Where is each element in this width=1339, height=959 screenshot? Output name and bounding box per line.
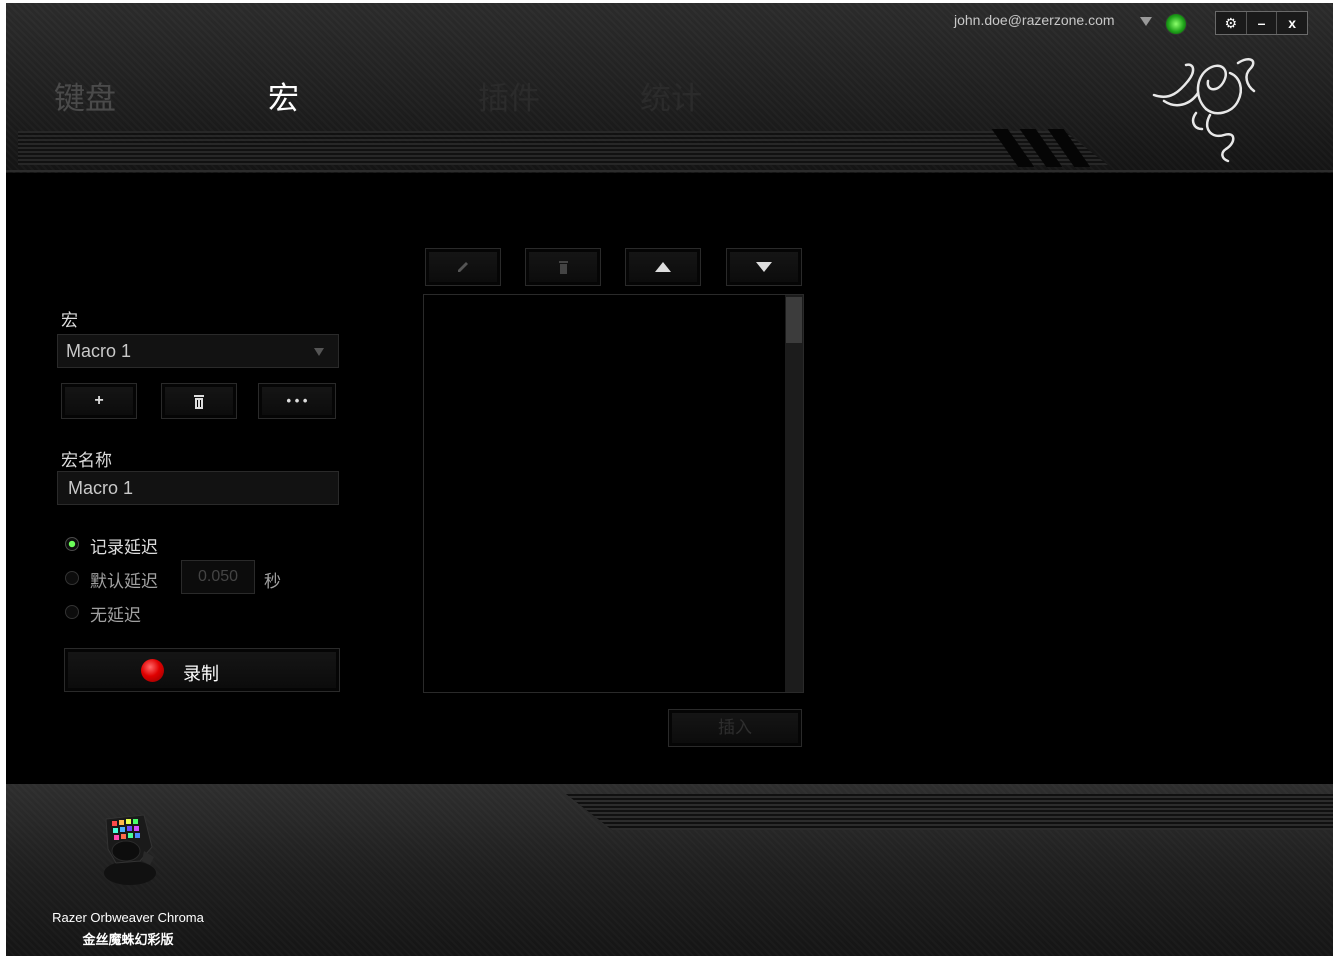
keypad-device-icon[interactable] — [96, 811, 162, 887]
scrollbar[interactable] — [785, 295, 803, 692]
settings-button[interactable]: ⚙ — [1216, 12, 1247, 34]
record-delay-label: 记录延迟 — [90, 538, 158, 557]
header: 键盘 宏 插件 统计 john.doe@razerzone.com ⚙ – x — [6, 3, 1333, 173]
macro-select[interactable]: Macro 1 — [57, 334, 339, 368]
header-stripes — [991, 129, 1111, 167]
header-texture-strip — [18, 131, 1108, 165]
header-divider — [6, 170, 1333, 172]
record-button[interactable]: 录制 — [64, 648, 340, 692]
razer-logo-icon — [1152, 58, 1256, 163]
default-delay-field[interactable]: 0.050 — [181, 560, 255, 594]
window-controls: ⚙ – x — [1215, 11, 1308, 35]
device-name: Razer Orbweaver Chroma — [52, 910, 204, 925]
tab-plugins[interactable]: 插件 — [478, 81, 540, 117]
macro-event-list[interactable] — [423, 294, 804, 693]
trash-icon — [194, 395, 204, 409]
footer-texture-strip — [566, 794, 1333, 830]
more-options-button[interactable]: • • • — [258, 383, 336, 419]
record-delay-radio[interactable] — [65, 537, 79, 551]
macro-name-field[interactable]: Macro 1 — [57, 471, 339, 505]
account-dropdown-icon[interactable] — [1140, 17, 1152, 26]
tab-macro[interactable]: 宏 — [268, 81, 299, 117]
tab-keyboard[interactable]: 键盘 — [54, 81, 116, 117]
minimize-button[interactable]: – — [1247, 12, 1278, 34]
chevron-down-icon — [314, 348, 324, 356]
trash-icon — [558, 261, 568, 274]
no-delay-radio[interactable] — [65, 605, 79, 619]
add-macro-button[interactable]: + — [61, 383, 137, 419]
device-bar: Razer Orbweaver Chroma 金丝魔蛛幻彩版 — [6, 784, 1333, 956]
no-delay-label: 无延迟 — [90, 606, 141, 625]
pencil-icon — [458, 262, 468, 272]
delete-event-button[interactable] — [525, 248, 601, 286]
account-email[interactable]: john.doe@razerzone.com — [954, 12, 1115, 28]
device-subtitle: 金丝魔蛛幻彩版 — [82, 932, 174, 947]
record-icon — [141, 659, 164, 682]
macro-name-label: 宏名称 — [61, 451, 112, 470]
macro-select-value: Macro 1 — [66, 341, 132, 361]
move-up-button[interactable] — [625, 248, 701, 286]
synapse-window: 键盘 宏 插件 统计 john.doe@razerzone.com ⚙ – x … — [6, 3, 1333, 956]
move-down-button[interactable] — [726, 248, 802, 286]
record-label: 录制 — [183, 664, 219, 684]
arrow-down-icon — [756, 262, 772, 272]
scrollbar-thumb[interactable] — [786, 297, 802, 343]
default-delay-label: 默认延迟 — [90, 572, 158, 591]
close-button[interactable]: x — [1277, 12, 1307, 34]
edit-event-button[interactable] — [425, 248, 501, 286]
macro-label: 宏 — [61, 311, 78, 330]
arrow-up-icon — [655, 262, 671, 272]
default-delay-radio[interactable] — [65, 571, 79, 585]
insert-button[interactable]: 插入 — [668, 709, 802, 747]
online-status-icon[interactable] — [1165, 13, 1187, 35]
delay-unit-label: 秒 — [264, 572, 281, 591]
tab-stats[interactable]: 统计 — [640, 81, 702, 117]
delete-macro-button[interactable] — [161, 383, 237, 419]
